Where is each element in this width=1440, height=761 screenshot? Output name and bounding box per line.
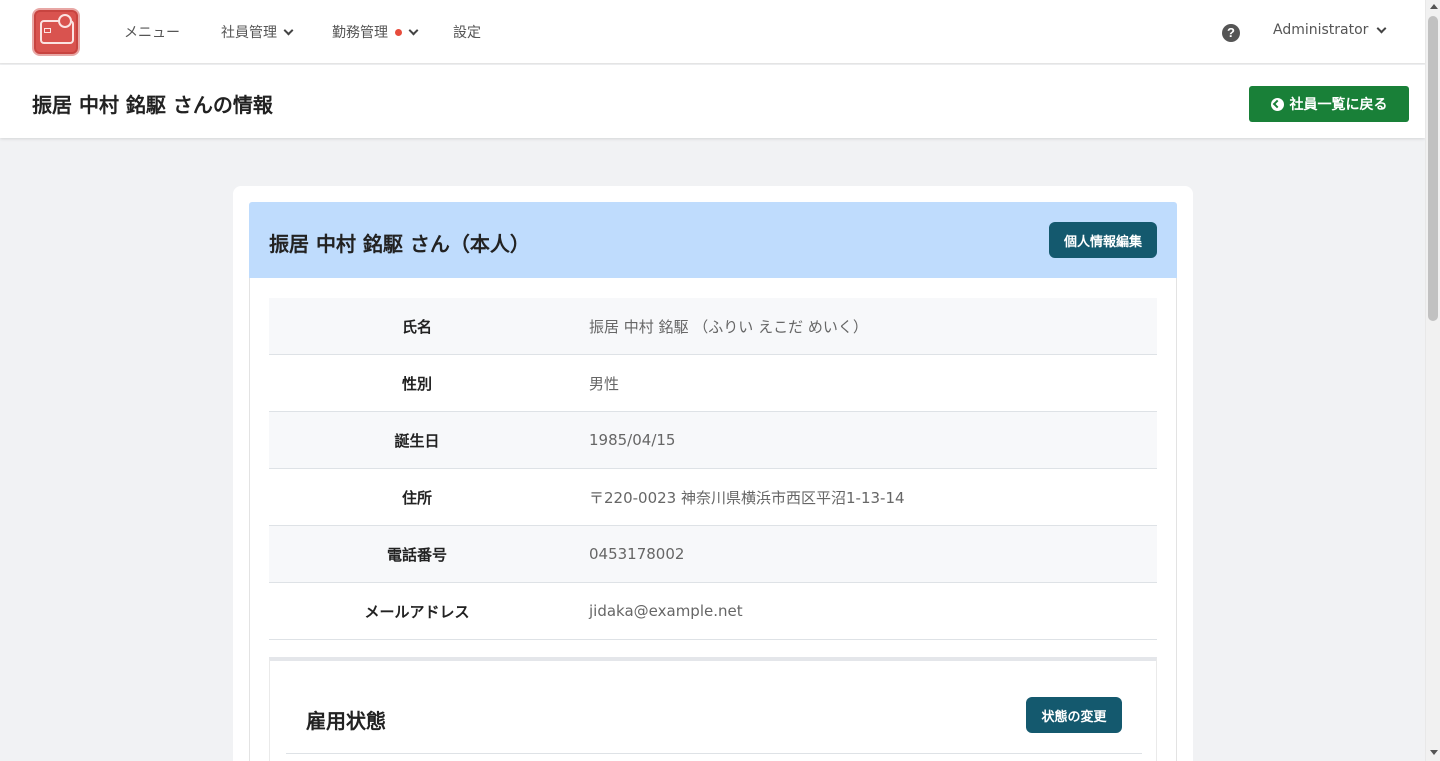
scroll-down-arrow-icon[interactable] <box>1430 750 1438 755</box>
table-row: 性別 男性 <box>269 355 1157 412</box>
row-label: メールアドレス <box>364 602 470 621</box>
chevron-down-icon <box>408 25 419 35</box>
nav-employee-label: 社員管理 <box>221 25 277 41</box>
table-row: 氏名 振居 中村 銘駆 （ふりい えこだ めいく） <box>269 298 1157 355</box>
question-circle-icon[interactable]: ? <box>1222 24 1240 42</box>
profile-card-header: 振居 中村 銘駆 さん（本人） 個人情報編集 <box>249 202 1177 278</box>
user-menu[interactable]: Administrator <box>1273 22 1387 38</box>
table-row: メールアドレス jidaka@example.net <box>269 583 1157 640</box>
scroll-up-arrow-icon[interactable] <box>1430 4 1438 9</box>
nav-menu[interactable]: メニュー <box>124 22 180 42</box>
table-row: 住所 〒220-0023 神奈川県横浜市西区平沼1-13-14 <box>269 469 1157 526</box>
personal-info-table: 氏名 振居 中村 銘駆 （ふりい えこだ めいく） 性別 男性 誕生日 1985… <box>269 298 1157 640</box>
back-button-label: 社員一覧に戻る <box>1289 97 1388 113</box>
notification-dot <box>395 28 402 36</box>
row-value: 男性 <box>589 374 620 393</box>
edit-personal-info-button[interactable]: 個人情報編集 <box>1049 222 1157 258</box>
nav-menu-label: メニュー <box>124 25 180 41</box>
row-label: 誕生日 <box>394 431 440 450</box>
profile-heading: 振居 中村 銘駆 さん（本人） <box>269 232 530 256</box>
change-status-button[interactable]: 状態の変更 <box>1026 697 1122 733</box>
divider <box>286 753 1142 754</box>
table-row: 誕生日 1985/04/15 <box>269 412 1157 469</box>
arrow-left-circle-icon <box>1270 97 1284 111</box>
nav-settings[interactable]: 設定 <box>453 22 481 42</box>
row-value: 〒220-0023 神奈川県横浜市西区平沼1-13-14 <box>589 488 905 507</box>
chevron-down-icon <box>283 25 294 35</box>
employment-status-card: 雇用状態 状態の変更 <box>269 657 1157 761</box>
table-row: 電話番号 0453178002 <box>269 526 1157 583</box>
scrollbar-thumb[interactable] <box>1428 16 1438 321</box>
nav-attendance-label: 勤務管理 <box>332 25 388 41</box>
page-header: 振居 中村 銘駆 さんの情報 社員一覧に戻る <box>0 65 1425 138</box>
row-value: jidaka@example.net <box>589 602 743 620</box>
back-to-employee-list-button[interactable]: 社員一覧に戻る <box>1249 86 1409 122</box>
row-label: 氏名 <box>401 317 432 336</box>
top-navbar: メニュー 社員管理 勤務管理 設定 ? Administrator <box>0 0 1425 64</box>
row-label: 電話番号 <box>386 545 447 564</box>
row-label: 性別 <box>401 374 432 393</box>
row-value: 1985/04/15 <box>589 431 676 449</box>
nav-settings-label: 設定 <box>453 25 481 41</box>
row-value: 振居 中村 銘駆 （ふりい えこだ めいく） <box>589 317 868 336</box>
row-value: 0453178002 <box>589 545 685 563</box>
nav-attendance-management[interactable]: 勤務管理 <box>332 22 419 42</box>
nav-employee-management[interactable]: 社員管理 <box>221 22 294 42</box>
lock-icon <box>58 14 72 28</box>
vertical-scrollbar[interactable] <box>1425 0 1440 761</box>
user-name: Administrator <box>1273 22 1369 38</box>
chevron-down-icon <box>1376 23 1387 33</box>
employment-status-title: 雇用状態 <box>306 709 386 733</box>
app-logo[interactable] <box>32 8 80 56</box>
page-title: 振居 中村 銘駆 さんの情報 <box>32 93 273 117</box>
row-label: 住所 <box>401 488 432 507</box>
